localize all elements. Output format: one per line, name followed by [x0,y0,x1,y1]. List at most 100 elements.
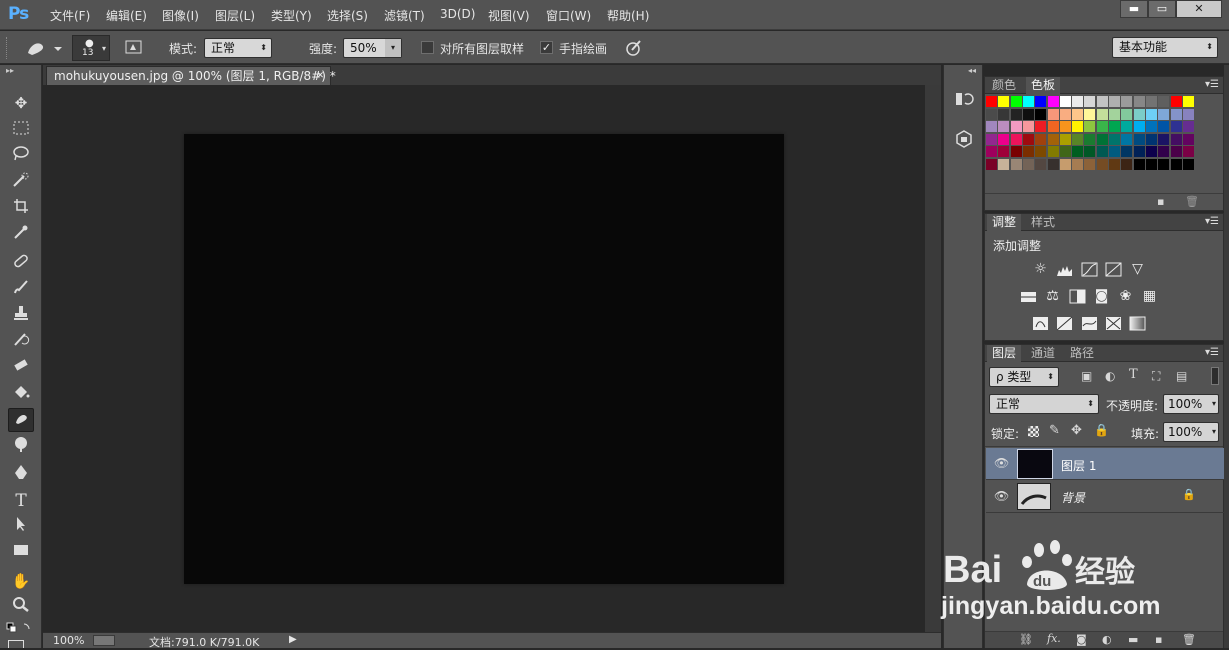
color-swatch[interactable] [1047,121,1059,132]
swatch-grid[interactable] [985,96,1223,186]
crop-tool-icon[interactable] [8,197,34,221]
opacity-input[interactable]: 100% ▾ [1163,394,1219,414]
tab-swatches[interactable]: 色板 [1026,77,1061,94]
color-swatch[interactable] [1121,121,1133,132]
history-brush-tool-icon[interactable] [8,330,34,354]
lock-transparent-icon[interactable] [1028,426,1039,437]
color-swatch[interactable] [986,158,997,170]
color-swatch[interactable] [1022,146,1034,157]
expand-arrows-icon[interactable]: ◂◂ [968,66,976,75]
hand-tool-icon[interactable]: ✋ [8,569,34,593]
color-swatch[interactable] [1158,121,1170,132]
color-swatch[interactable] [986,108,997,120]
grip-handle[interactable] [6,37,8,59]
color-swatch[interactable] [1010,121,1022,132]
color-swatch[interactable] [1035,146,1047,157]
close-tab-icon[interactable]: ✕ [316,67,324,85]
eyedropper-tool-icon[interactable] [8,223,34,247]
fill-input[interactable]: 100% ▾ [1163,422,1219,442]
color-swatch[interactable] [1084,96,1096,107]
menu-3d[interactable]: 3D(D) [440,7,475,21]
color-swatch[interactable] [1096,108,1108,120]
menu-layer[interactable]: 图层(L) [215,7,255,24]
brush-panel-toggle-icon[interactable] [124,38,144,56]
color-swatch[interactable] [1072,96,1084,107]
document-canvas[interactable] [184,134,784,584]
minimize-button[interactable]: ▬ [1120,0,1148,18]
color-swatch[interactable] [1182,158,1194,170]
photo-filter-icon[interactable]: ◙ [1093,289,1110,304]
color-swatch[interactable] [1047,108,1059,120]
color-swatch[interactable] [1158,146,1170,157]
hue-saturation-icon[interactable] [1020,289,1037,304]
color-swatch[interactable] [998,121,1010,132]
add-mask-icon[interactable]: ◙ [1076,633,1087,646]
color-swatch[interactable] [1010,108,1022,120]
properties-panel-icon[interactable] [954,129,974,149]
color-swatch[interactable] [1047,96,1059,107]
clone-stamp-tool-icon[interactable] [8,304,34,328]
rectangle-tool-icon[interactable] [8,541,34,565]
new-layer-icon[interactable]: ▪ [1155,633,1162,646]
color-swatch[interactable] [1121,158,1133,170]
color-swatch[interactable] [1096,146,1108,157]
workspace-select[interactable]: 基本功能 ⬍ [1112,37,1218,58]
menu-view[interactable]: 视图(V) [488,7,530,24]
color-balance-icon[interactable]: ⚖ [1044,289,1061,304]
foreground-color-icon[interactable] [8,640,24,648]
menu-edit[interactable]: 编辑(E) [106,7,147,24]
tab-paths[interactable]: 路径 [1065,345,1099,362]
color-swatch[interactable] [1133,96,1145,107]
collapse-arrows-icon[interactable]: ▸▸ [6,66,14,75]
color-swatch[interactable] [1158,108,1170,120]
color-swatch[interactable] [1022,121,1034,132]
trash-icon[interactable]: 🗑 [1185,195,1199,208]
zoom-tool-icon[interactable] [8,595,34,619]
path-selection-tool-icon[interactable] [8,515,34,539]
color-swatch[interactable] [1096,96,1108,107]
panel-menu-icon[interactable]: ▾☰ [1205,347,1219,358]
layer-name[interactable]: 背景 [1061,489,1085,506]
color-swatch[interactable] [1158,96,1170,107]
paint-bucket-tool-icon[interactable] [8,383,34,407]
color-swatch[interactable] [1096,121,1108,132]
color-swatch[interactable] [1010,146,1022,157]
eraser-tool-icon[interactable] [8,356,34,380]
color-swatch[interactable] [998,108,1010,120]
filter-type-icon[interactable]: T [1129,367,1138,382]
color-swatch[interactable] [1059,133,1071,145]
color-swatch[interactable] [1182,146,1194,157]
color-lookup-icon[interactable]: ▦ [1141,289,1158,304]
color-swatch[interactable] [1096,158,1108,170]
lasso-tool-icon[interactable] [8,144,34,168]
marquee-tool-icon[interactable] [8,118,34,142]
color-swatch[interactable] [1072,158,1084,170]
status-preview-icon[interactable] [93,635,115,646]
strength-input[interactable]: 50% ▾ [343,38,402,58]
layer-name[interactable]: 图层 1 [1061,457,1096,474]
new-swatch-icon[interactable]: ▪ [1157,195,1164,208]
color-swatch[interactable] [1158,158,1170,170]
color-swatch[interactable] [1072,121,1084,132]
invert-icon[interactable] [1032,316,1049,331]
threshold-icon[interactable] [1081,316,1098,331]
layer-filter-select[interactable]: ρ 类型 ⬍ [989,367,1059,387]
color-swatch[interactable] [1109,158,1120,170]
tab-layers[interactable]: 图层 [987,345,1022,362]
color-swatch[interactable] [1084,133,1096,145]
color-swatch[interactable] [1145,121,1157,132]
brush-tool-icon[interactable] [8,278,34,302]
menu-type[interactable]: 类型(Y) [271,7,312,24]
brush-picker[interactable]: ● 13 ▾ [72,35,110,61]
new-group-folder-icon[interactable]: ▬ [1128,633,1138,646]
lock-position-icon[interactable]: ✥ [1071,423,1082,438]
color-swatch[interactable] [1047,146,1059,157]
color-swatch[interactable] [1022,158,1034,170]
visibility-eye-icon[interactable]: 👁 [994,456,1009,470]
smudge-tool-icon[interactable] [8,408,34,432]
vertical-scrollbar[interactable] [925,85,941,632]
color-swatch[interactable] [1109,146,1120,157]
color-swatch[interactable] [1170,158,1182,170]
brightness-contrast-icon[interactable]: ☼ [1032,262,1049,277]
lock-pixels-brush-icon[interactable]: ✎ [1049,423,1060,438]
